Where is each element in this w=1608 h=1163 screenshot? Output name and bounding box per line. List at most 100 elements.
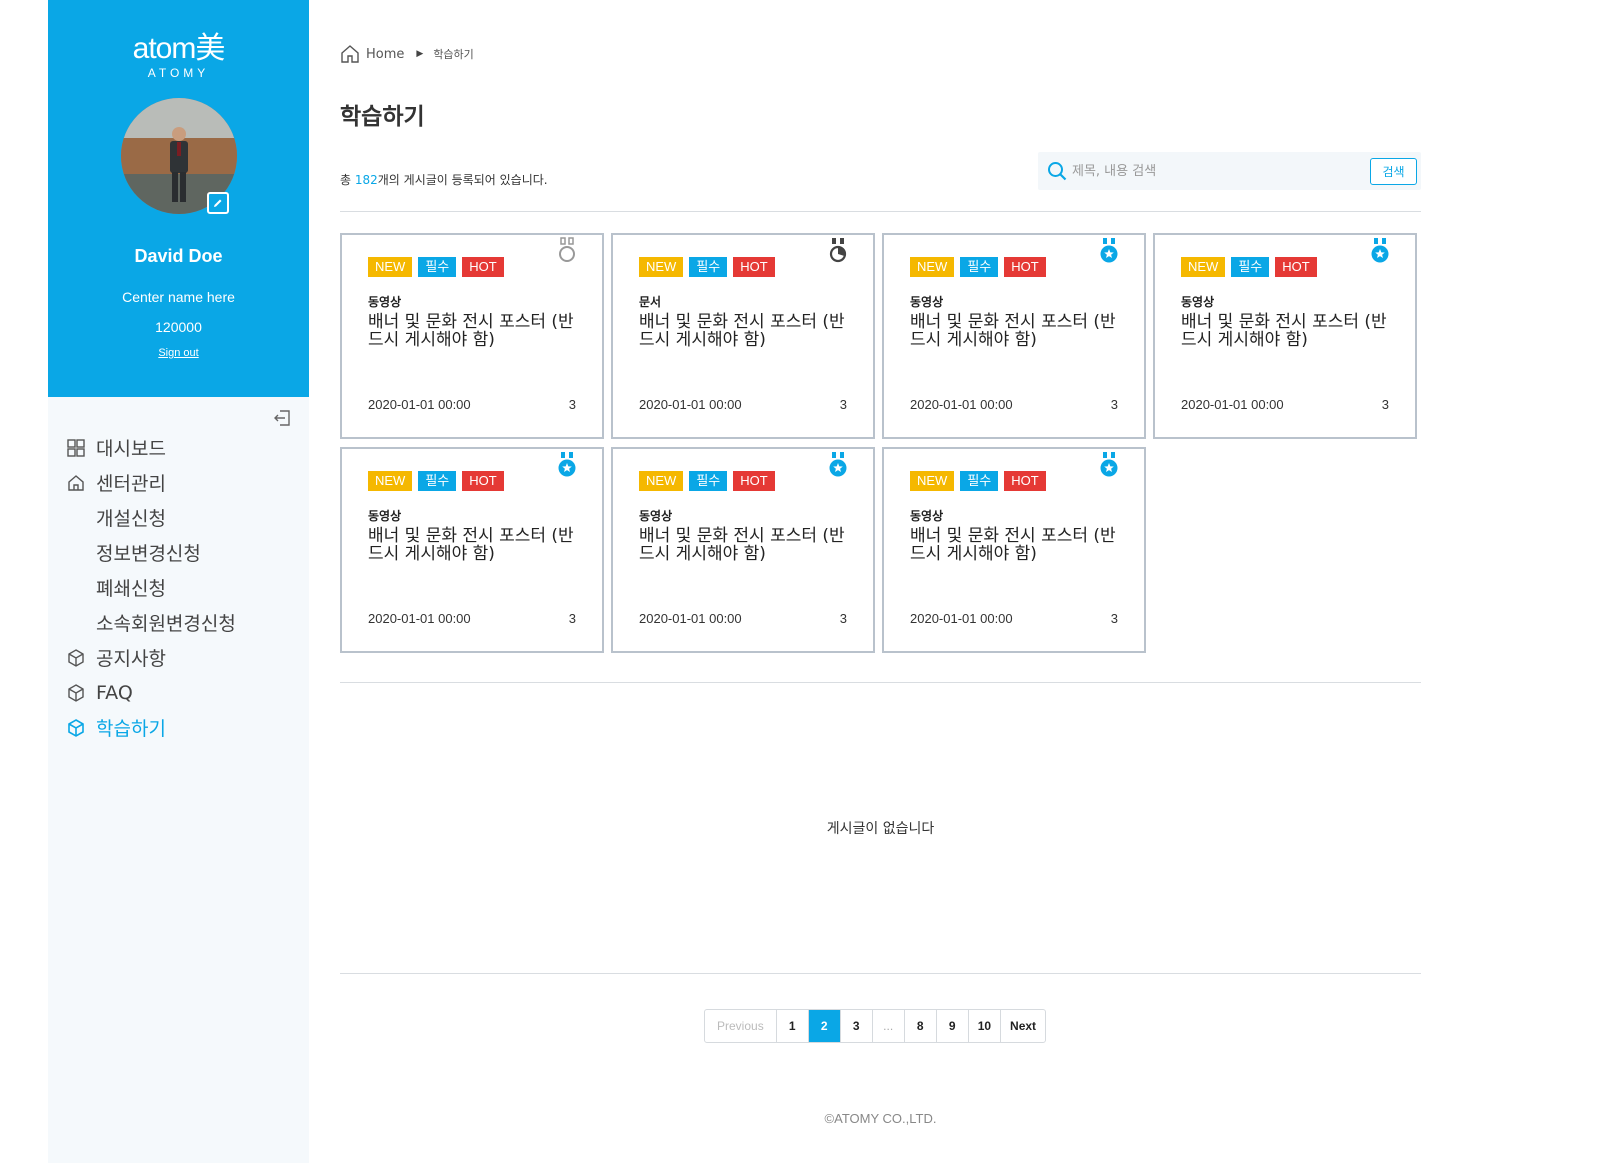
required-badge: 필수	[418, 471, 457, 491]
card-view-count: 3	[1110, 611, 1118, 626]
hot-badge: HOT	[733, 471, 775, 491]
center-name: Center name here	[122, 289, 235, 305]
card-view-count: 3	[568, 611, 576, 626]
previous-page-button[interactable]: Previous	[705, 1010, 777, 1042]
hot-badge: HOT	[1004, 471, 1046, 491]
medal-star-icon	[1100, 452, 1118, 477]
medal-progress-icon	[829, 238, 847, 263]
card-date: 2020-01-01 00:00	[910, 611, 1013, 626]
required-badge: 필수	[960, 257, 999, 277]
sidebar-item-open-request[interactable]: 개설신청	[66, 500, 236, 535]
logo[interactable]: atom美 ATOMY	[48, 0, 309, 81]
pagination-ellipsis: ...	[873, 1010, 905, 1042]
search-button[interactable]: 검색	[1370, 157, 1417, 185]
pencil-icon	[213, 199, 221, 207]
card-title: 배너 및 문화 전시 포스터 (반드시 게시해야 함)	[1181, 312, 1387, 350]
page-button-8[interactable]: 8	[905, 1010, 937, 1042]
sidebar-item-label: 폐쇄신청	[96, 578, 166, 600]
card-view-count: 3	[839, 397, 847, 412]
sidebar-item-label: 센터관리	[96, 473, 166, 495]
grid-icon	[66, 438, 86, 458]
new-badge: NEW	[368, 471, 413, 491]
sidebar: atom美 ATOMY David Doe Center name here 1…	[48, 0, 309, 1163]
breadcrumb-home[interactable]: Home	[366, 47, 404, 62]
badge-group: NEW 필수 HOT	[639, 257, 775, 277]
pagination: Previous 1 2 3... 8 9 10 Next	[704, 1009, 1047, 1043]
hot-badge: HOT	[733, 257, 775, 277]
divider	[340, 682, 1421, 683]
card-title: 배너 및 문화 전시 포스터 (반드시 게시해야 함)	[910, 526, 1116, 564]
card-view-count: 3	[839, 611, 847, 626]
sidebar-item-member-change-request[interactable]: 소속회원변경신청	[66, 605, 236, 640]
learning-card[interactable]: NEW 필수 HOT 동영상 배너 및 문화 전시 포스터 (반드시 게시해야 함) 20…	[882, 233, 1146, 439]
page-button-2[interactable]: 2	[808, 1010, 841, 1042]
card-view-count: 3	[568, 397, 576, 412]
required-badge: 필수	[689, 257, 728, 277]
card-type: 동영상	[368, 295, 402, 309]
required-badge: 필수	[689, 471, 728, 491]
card-date: 2020-01-01 00:00	[368, 397, 471, 412]
sidebar-item-notices[interactable]: 공지사항	[66, 640, 236, 675]
hot-badge: HOT	[462, 257, 504, 277]
sidebar-item-info-change-request[interactable]: 정보변경신청	[66, 535, 236, 570]
sidebar-item-learning[interactable]: 학습하기	[66, 710, 236, 745]
badge-group: NEW 필수 HOT	[910, 257, 1046, 277]
card-date: 2020-01-01 00:00	[368, 611, 471, 626]
sign-out-link[interactable]: Sign out	[158, 347, 198, 359]
badge-group: NEW 필수 HOT	[368, 471, 504, 491]
profile-panel: atom美 ATOMY David Doe Center name here 1…	[48, 0, 309, 397]
new-badge: NEW	[639, 471, 684, 491]
home-icon[interactable]	[340, 44, 360, 64]
card-type: 동영상	[639, 509, 673, 523]
card-date: 2020-01-01 00:00	[639, 397, 742, 412]
card-title: 배너 및 문화 전시 포스터 (반드시 게시해야 함)	[368, 526, 574, 564]
required-badge: 필수	[960, 471, 999, 491]
member-id: 120000	[155, 319, 202, 335]
sidebar-nav: 대시보드 센터관리 개설신청 정보변경신청 폐쇄신청 소속회원변경신청 공지사항	[66, 430, 236, 745]
learning-card[interactable]: NEW 필수 HOT 동영상배너 및 문화 전시 포스터 (반드시 게시해야 함) 20…	[340, 447, 604, 653]
learning-card[interactable]: NEW 필수 HOT 동영상 배너 및 문화 전시 포스터 (반드시 게시해야 함) 20…	[611, 447, 875, 653]
sidebar-item-dashboard[interactable]: 대시보드	[66, 430, 236, 465]
total-prefix: 총	[340, 173, 355, 187]
sidebar-item-center-management[interactable]: 센터관리	[66, 465, 236, 500]
learning-card[interactable]: NEW 필수 HOT 동영상 배너 및 문화 전시 포스터 (반드시 게시해야 함) 20…	[882, 447, 1146, 653]
page-button-9[interactable]: 9	[937, 1010, 969, 1042]
footer-copyright: ©ATOMY CO.,LTD.	[824, 1111, 937, 1126]
badge-group: NEW 필수 HOT	[639, 471, 775, 491]
page-button-10[interactable]: 10	[969, 1010, 1002, 1042]
hot-badge: HOT	[1275, 257, 1317, 277]
page-button-1[interactable]: 1	[777, 1010, 809, 1042]
card-date: 2020-01-01 00:00	[639, 611, 742, 626]
learning-card[interactable]: NEW 필수 HOT 동영상 배너 및 문화 전시 포스터 (반드시 게시해야 함) 20…	[1153, 233, 1417, 439]
divider	[340, 973, 1421, 974]
learning-card[interactable]: NEW 필수 HOT 문서 배너 및 문화 전시 포스터 (반드시 게시해야 함) 202…	[611, 233, 875, 439]
sidebar-item-label: FAQ	[96, 681, 133, 704]
medal-star-icon	[558, 452, 576, 477]
search-icon	[1048, 162, 1067, 181]
search-input[interactable]	[1072, 152, 1370, 190]
box-icon	[66, 648, 86, 668]
card-type: 동영상	[910, 295, 944, 309]
page-button-3[interactable]: 3	[841, 1010, 873, 1042]
sidebar-item-label: 학습하기	[96, 718, 166, 740]
sidebar-item-label: 공지사항	[96, 648, 166, 670]
user-name: David Doe	[134, 246, 223, 266]
card-type: 동영상	[368, 509, 402, 523]
sidebar-item-close-request[interactable]: 폐쇄신청	[66, 570, 236, 605]
new-badge: NEW	[910, 257, 955, 277]
home-icon	[66, 473, 86, 493]
breadcrumb: Home ▶ 학습하기	[340, 44, 474, 64]
card-view-count: 3	[1110, 397, 1118, 412]
edit-profile-button[interactable]	[206, 192, 229, 214]
collapse-sidebar-icon[interactable]	[272, 408, 292, 428]
learning-card[interactable]: NEW 필수 HOT 동영상 배너 및 문화 전시 포스터 (반드시 게시해야 함) 20…	[340, 233, 604, 439]
sidebar-item-label: 소속회원변경신청	[96, 613, 236, 635]
total-suffix: 개의 게시글이 등록되어 있습니다.	[377, 173, 548, 187]
next-page-button[interactable]: Next	[1001, 1010, 1045, 1042]
sidebar-item-faq[interactable]: FAQ	[66, 675, 236, 710]
card-type: 동영상	[1181, 295, 1215, 309]
search-bar: 검색	[1038, 152, 1421, 190]
avatar-wrapper	[120, 98, 237, 214]
badge-group: NEW 필수 HOT	[368, 257, 504, 277]
medal-star-icon	[1371, 238, 1389, 263]
